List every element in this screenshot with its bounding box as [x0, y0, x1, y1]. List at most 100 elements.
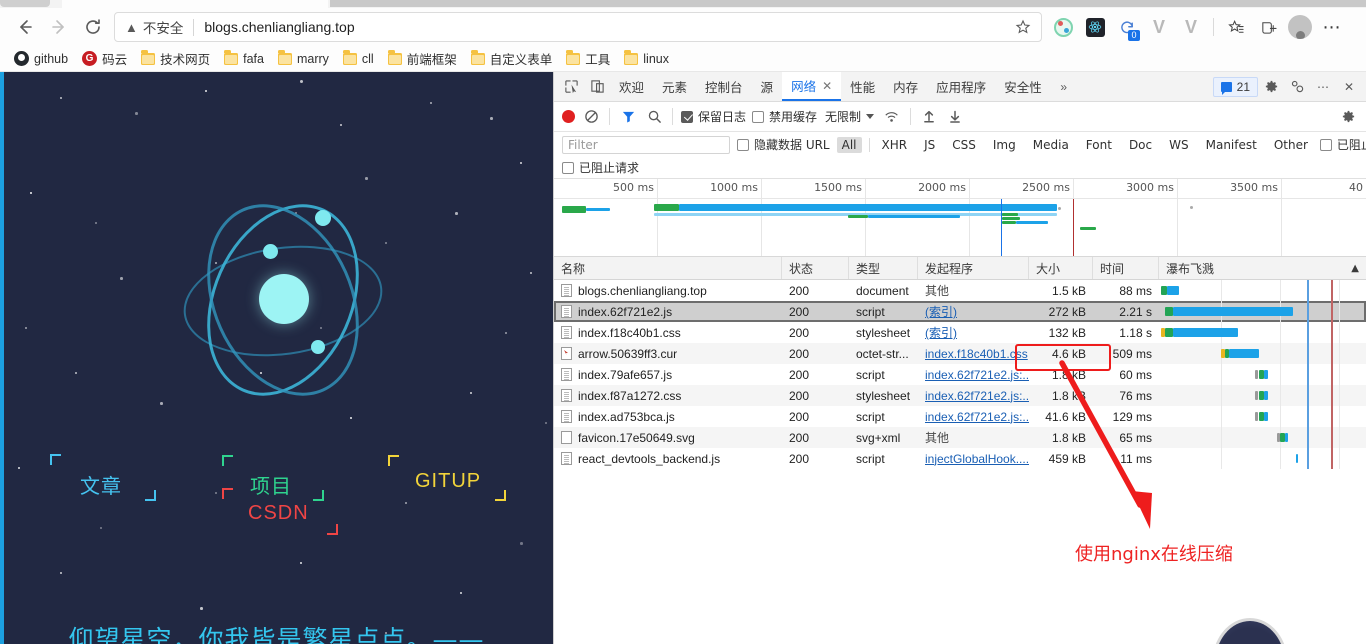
filter-type-font[interactable]: Font [1081, 137, 1117, 153]
bookmark-folder-linux[interactable]: linux [618, 48, 675, 70]
back-button[interactable] [8, 12, 42, 42]
gear-icon[interactable] [1258, 75, 1284, 99]
filter-funnel-icon[interactable] [618, 107, 638, 127]
filter-type-media[interactable]: Media [1028, 137, 1074, 153]
tab-security[interactable]: 安全性 [995, 72, 1051, 101]
atom-extension-icon[interactable] [1048, 12, 1078, 42]
filter-type-xhr[interactable]: XHR [877, 137, 913, 153]
url-text[interactable]: blogs.chenliangliang.top [204, 19, 1011, 35]
security-indicator[interactable]: ▲ 不安全 [125, 17, 183, 37]
inspect-element-icon[interactable] [558, 75, 584, 99]
filter-input[interactable]: Filter [562, 136, 730, 154]
more-options-icon[interactable]: ⋯ [1317, 12, 1347, 42]
clear-icon[interactable] [581, 107, 601, 127]
column-header-initiator[interactable]: 发起程序 [918, 257, 1029, 279]
tab-memory[interactable]: 内存 [884, 72, 927, 101]
column-header-type[interactable]: 类型 [849, 257, 918, 279]
tab-welcome[interactable]: 欢迎 [610, 72, 653, 101]
initiator-link[interactable]: index.62f721e2.js:... [925, 389, 1029, 403]
import-har-icon[interactable] [919, 107, 939, 127]
page-link-projects[interactable]: 项目 [250, 470, 292, 499]
bookmark-github[interactable]: github [8, 48, 74, 70]
gear-icon[interactable] [1338, 107, 1358, 127]
table-row[interactable]: react_devtools_backend.js 200 script inj… [554, 448, 1366, 469]
page-link-articles[interactable]: 文章 [80, 470, 122, 499]
tab-inactive-left[interactable] [0, 0, 50, 7]
tab-sources[interactable]: 源 [752, 72, 783, 101]
sort-ascending-icon[interactable]: ▲ [1351, 263, 1359, 274]
initiator-link[interactable]: (索引) [925, 324, 957, 341]
tab-elements[interactable]: 元素 [653, 72, 696, 101]
blocked-cookies-checkbox[interactable]: 已阻止 Cookie [1320, 136, 1366, 153]
bookmark-folder-fafa[interactable]: fafa [218, 48, 270, 70]
bookmark-folder-marry[interactable]: marry [272, 48, 335, 70]
hide-data-urls-checkbox[interactable]: 隐藏数据 URL [737, 136, 830, 153]
initiator-link[interactable]: index.f18c40b1.css [925, 347, 1028, 361]
network-table-body[interactable]: blogs.chenliangliang.top 200 document 其他… [554, 280, 1366, 469]
initiator-link[interactable]: (索引) [925, 303, 957, 320]
column-header-status[interactable]: 状态 [782, 257, 849, 279]
tab-application[interactable]: 应用程序 [927, 72, 995, 101]
favorite-star-icon[interactable] [1011, 19, 1035, 35]
tab-network[interactable]: 网络✕ [782, 72, 841, 101]
filter-type-js[interactable]: JS [919, 137, 940, 153]
table-row[interactable]: index.79afe657.js 200 script index.62f72… [554, 364, 1366, 385]
bookmark-folder-tools[interactable]: 工具 [560, 48, 616, 70]
table-row[interactable]: arrow.50639ff3.cur 200 octet-str... inde… [554, 343, 1366, 364]
column-header-name[interactable]: 名称 [554, 257, 782, 279]
initiator-link[interactable]: index.62f721e2.js:... [925, 368, 1029, 382]
table-row[interactable]: index.f18c40b1.css 200 stylesheet (索引) 1… [554, 322, 1366, 343]
disable-cache-checkbox[interactable]: 禁用缓存 [752, 108, 817, 125]
bookmark-folder-custom-form[interactable]: 自定义表单 [465, 48, 559, 70]
filter-type-all[interactable]: All [837, 137, 862, 153]
sync-extension-icon[interactable]: 0 [1112, 12, 1142, 42]
filter-type-doc[interactable]: Doc [1124, 137, 1157, 153]
table-row[interactable]: index.ad753bca.js 200 script index.62f72… [554, 406, 1366, 427]
filter-type-manifest[interactable]: Manifest [1201, 137, 1262, 153]
column-header-time[interactable]: 时间 [1093, 257, 1159, 279]
filter-type-css[interactable]: CSS [947, 137, 981, 153]
vue-devtools-alt-icon[interactable]: V [1176, 12, 1206, 42]
issues-counter[interactable]: 21 [1213, 77, 1258, 97]
toggle-device-toolbar-icon[interactable] [584, 75, 610, 99]
filter-type-ws[interactable]: WS [1164, 137, 1193, 153]
vue-devtools-icon[interactable]: V [1144, 12, 1174, 42]
search-icon[interactable] [644, 107, 664, 127]
network-overview-timeline[interactable]: 500 ms1000 ms1500 ms2000 ms2500 ms3000 m… [554, 179, 1366, 257]
bookmark-folder-tech[interactable]: 技术网页 [135, 48, 216, 70]
filter-type-other[interactable]: Other [1269, 137, 1313, 153]
more-vertical-icon[interactable]: ⋯ [1310, 75, 1336, 99]
bookmark-folder-frontend[interactable]: 前端框架 [382, 48, 463, 70]
preserve-log-checkbox[interactable]: 保留日志 [681, 108, 746, 125]
close-icon[interactable]: ✕ [822, 79, 832, 93]
page-link-csdn[interactable]: CSDN [248, 502, 309, 525]
table-row[interactable]: index.62f721e2.js 200 script (索引) 272 kB… [554, 301, 1366, 322]
table-row[interactable]: blogs.chenliangliang.top 200 document 其他… [554, 280, 1366, 301]
collections-icon[interactable] [1253, 12, 1283, 42]
react-devtools-icon[interactable] [1080, 12, 1110, 42]
close-icon[interactable]: ✕ [1336, 75, 1362, 99]
table-row[interactable]: favicon.17e50649.svg 200 svg+xml 其他 1.8 … [554, 427, 1366, 448]
tab-performance[interactable]: 性能 [841, 72, 884, 101]
address-bar[interactable]: ▲ 不安全 blogs.chenliangliang.top [114, 12, 1042, 42]
initiator-link[interactable]: index.62f721e2.js:... [925, 410, 1029, 424]
throttle-select[interactable]: 无限制 [823, 108, 876, 125]
forward-button[interactable] [42, 12, 76, 42]
record-stop-icon[interactable] [562, 110, 575, 123]
tab-console[interactable]: 控制台 [696, 72, 752, 101]
favorites-icon[interactable] [1221, 12, 1251, 42]
bookmark-folder-cll[interactable]: cll [337, 48, 380, 70]
export-har-icon[interactable] [945, 107, 965, 127]
tab-active[interactable] [62, 0, 328, 8]
reload-button[interactable] [76, 12, 110, 42]
initiator-link[interactable]: injectGlobalHook.... [925, 452, 1029, 466]
network-conditions-icon[interactable] [882, 107, 902, 127]
profile-avatar-icon[interactable] [1285, 12, 1315, 42]
bookmark-gitee[interactable]: G 码云 [76, 48, 133, 70]
column-header-size[interactable]: 大小 [1029, 257, 1093, 279]
column-header-waterfall[interactable]: 瀑布飞溅 ▲ [1159, 257, 1366, 279]
page-link-gitup[interactable]: GITUP [415, 470, 481, 493]
dock-side-icon[interactable] [1284, 75, 1310, 99]
table-row[interactable]: index.f87a1272.css 200 stylesheet index.… [554, 385, 1366, 406]
chevron-double-right-icon[interactable]: » [1051, 75, 1077, 99]
